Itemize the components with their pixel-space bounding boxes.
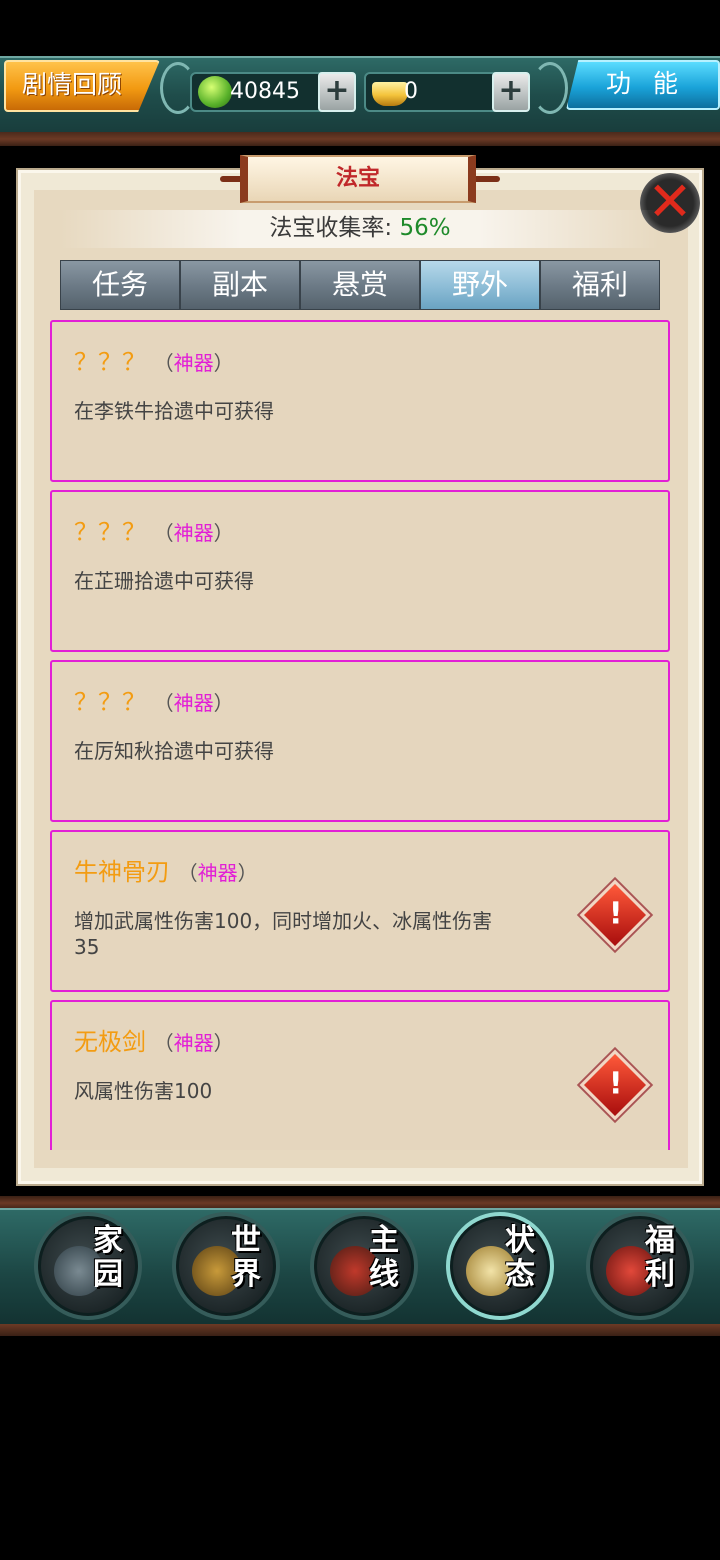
alert-icon[interactable]: ! [579, 879, 651, 951]
nav-status-button[interactable]: 状态 [446, 1212, 554, 1320]
list-item[interactable]: ？？？ （神器） 在芷珊拾遗中可获得 [50, 490, 670, 652]
item-name: 无极剑 [74, 1028, 146, 1056]
treasure-list[interactable]: ？？？ （神器） 在李铁牛拾遗中可获得 ？？？ （神器） 在芷珊拾遗中可获得 ？… [50, 320, 670, 1150]
gold-value: 0 [404, 79, 418, 104]
nav-label: 世界 [231, 1223, 261, 1292]
nav-main-quest-button[interactable]: 主线 [310, 1212, 418, 1320]
function-button[interactable]: 功能 [566, 60, 720, 110]
jade-icon [198, 76, 232, 108]
item-type: 神器 [173, 1031, 214, 1055]
item-name: 牛神骨刃 [74, 858, 170, 886]
collection-rate-value: 56% [399, 215, 451, 241]
nav-home-button[interactable]: 家园 [34, 1212, 142, 1320]
panel-title: 法宝 [240, 155, 476, 203]
swirl-ornament-icon [532, 62, 568, 114]
collection-rate-label: 法宝收集率: [269, 215, 393, 241]
list-item[interactable]: ？？？ （神器） 在李铁牛拾遗中可获得 [50, 320, 670, 482]
tab-quest[interactable]: 任务 [60, 260, 180, 310]
add-gold-button[interactable]: + [492, 72, 530, 112]
tab-wild[interactable]: 野外 [420, 260, 540, 310]
nav-welfare-button[interactable]: 福利 [586, 1212, 694, 1320]
gold-currency-box: 0 + [364, 72, 530, 112]
item-name: ？？？ [74, 518, 146, 546]
nav-label: 家园 [93, 1223, 123, 1292]
story-review-button[interactable]: 剧情回顾 [4, 60, 160, 112]
tab-welfare[interactable]: 福利 [540, 260, 660, 310]
list-item[interactable]: 无极剑 （神器） 风属性伤害100 ! [50, 1000, 670, 1150]
top-divider [0, 132, 720, 146]
item-description: 在芷珊拾遗中可获得 [74, 569, 254, 593]
item-name: ？？？ [74, 348, 146, 376]
item-type: 神器 [173, 351, 214, 375]
list-item[interactable]: ？？？ （神器） 在厉知秋拾遗中可获得 [50, 660, 670, 822]
bottom-divider [0, 1324, 720, 1336]
nav-label: 主线 [369, 1223, 399, 1292]
tab-dungeon[interactable]: 副本 [180, 260, 300, 310]
list-item[interactable]: 牛神骨刃 （神器） 增加武属性伤害100，同时增加火、冰属性伤害35 ! [50, 830, 670, 992]
item-type: 神器 [173, 521, 214, 545]
nav-world-button[interactable]: 世界 [172, 1212, 280, 1320]
item-description: 在李铁牛拾遗中可获得 [74, 399, 274, 423]
jade-value: 40845 [230, 79, 300, 104]
item-type: 神器 [173, 691, 214, 715]
nav-label: 状态 [505, 1223, 535, 1292]
alert-icon[interactable]: ! [579, 1049, 651, 1121]
item-name: ？？？ [74, 688, 146, 716]
nav-label: 福利 [645, 1223, 675, 1292]
item-description: 在厉知秋拾遗中可获得 [74, 739, 274, 763]
category-tabs: 任务 副本 悬赏 野外 福利 [60, 260, 660, 310]
item-description: 风属性伤害100 [74, 1079, 213, 1103]
collection-rate: 法宝收集率: 56% [60, 210, 660, 248]
gold-ingot-icon [372, 82, 408, 106]
tab-bounty[interactable]: 悬赏 [300, 260, 420, 310]
add-jade-button[interactable]: + [318, 72, 356, 112]
jade-currency-box: 40845 + [190, 72, 356, 112]
item-type: 神器 [197, 861, 238, 885]
item-description: 增加武属性伤害100，同时增加火、冰属性伤害35 [74, 909, 493, 959]
